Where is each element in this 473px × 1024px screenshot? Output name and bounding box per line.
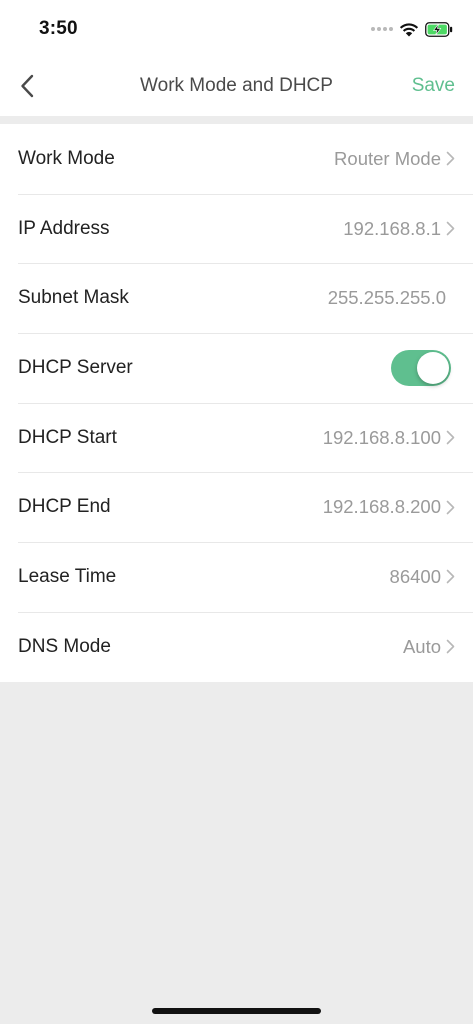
row-value: 192.168.8.100 bbox=[322, 426, 441, 448]
chevron-right-icon bbox=[445, 151, 455, 167]
row-dhcp-start[interactable]: DHCP Start 192.168.8.100 bbox=[0, 402, 473, 473]
chevron-right-icon bbox=[445, 639, 455, 655]
toggle-knob bbox=[417, 351, 449, 384]
row-label: DHCP Server bbox=[18, 356, 133, 378]
settings-list: Work Mode Router Mode IP Address 192.168… bbox=[0, 124, 473, 682]
chevron-right-icon bbox=[445, 569, 455, 585]
row-label: DNS Mode bbox=[18, 635, 111, 657]
chevron-right-icon bbox=[445, 499, 455, 515]
status-time: 3:50 bbox=[39, 18, 78, 39]
row-label: IP Address bbox=[18, 217, 110, 239]
row-work-mode[interactable]: Work Mode Router Mode bbox=[0, 124, 473, 194]
home-indicator[interactable] bbox=[152, 1008, 321, 1014]
section-gap bbox=[0, 116, 473, 124]
wifi-icon bbox=[399, 22, 419, 36]
row-value: 86400 bbox=[389, 565, 441, 587]
dhcp-server-toggle[interactable] bbox=[391, 349, 451, 386]
row-value: Router Mode bbox=[334, 147, 441, 169]
row-dns-mode[interactable]: DNS Mode Auto bbox=[0, 611, 473, 682]
row-value: Auto bbox=[402, 635, 441, 657]
row-lease-time[interactable]: Lease Time 86400 bbox=[0, 542, 473, 612]
status-icons bbox=[371, 18, 453, 40]
row-subnet-mask: Subnet Mask 255.255.255.0 bbox=[0, 263, 473, 333]
row-value: 192.168.8.200 bbox=[322, 496, 441, 518]
cellular-signal-icon bbox=[371, 27, 393, 31]
row-label: DHCP End bbox=[18, 496, 111, 518]
page-title: Work Mode and DHCP bbox=[140, 75, 333, 96]
row-label: Work Mode bbox=[18, 147, 115, 169]
header-area: 3:50 Work Mode and DHCP Save bbox=[0, 0, 473, 116]
chevron-right-icon bbox=[445, 221, 455, 237]
row-label: DHCP Start bbox=[18, 426, 117, 448]
navigation-bar: Work Mode and DHCP Save bbox=[0, 56, 473, 116]
row-ip-address[interactable]: IP Address 192.168.8.1 bbox=[0, 193, 473, 264]
screen: 3:50 Work Mode and DHCP Save Work Mode R… bbox=[0, 0, 473, 1024]
row-dhcp-server: DHCP Server bbox=[0, 333, 473, 403]
save-button[interactable]: Save bbox=[412, 75, 455, 97]
row-label: Subnet Mask bbox=[18, 287, 129, 309]
battery-charging-icon bbox=[425, 21, 453, 37]
row-value: 255.255.255.0 bbox=[327, 287, 446, 309]
chevron-right-icon bbox=[445, 430, 455, 446]
row-dhcp-end[interactable]: DHCP End 192.168.8.200 bbox=[0, 472, 473, 542]
row-value: 192.168.8.1 bbox=[343, 217, 441, 239]
row-label: Lease Time bbox=[18, 565, 117, 587]
